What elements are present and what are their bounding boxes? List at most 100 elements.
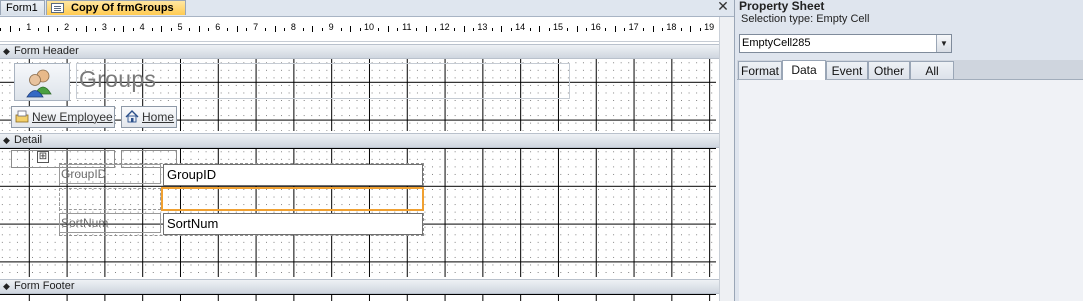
ruler-tick — [661, 28, 663, 31]
ruler-tick — [397, 28, 399, 31]
ruler-tick — [0, 28, 2, 31]
section-collapse-icon: ◆ — [3, 281, 10, 291]
logo-image[interactable] — [14, 63, 70, 101]
ruler-number: 10 — [363, 22, 375, 32]
selected-empty-cell[interactable] — [161, 187, 424, 211]
ruler-number: 19 — [704, 22, 715, 32]
home-button[interactable]: Home — [121, 106, 177, 128]
ruler-tick — [510, 28, 512, 31]
ruler-tick — [491, 28, 493, 31]
tab-all[interactable]: All — [910, 61, 954, 79]
ruler-tick — [680, 28, 682, 31]
ruler-tick — [161, 26, 163, 32]
ruler-tick — [189, 28, 191, 31]
ruler-tick — [614, 26, 616, 32]
ruler-tick — [283, 28, 285, 31]
ruler-tick — [425, 26, 427, 32]
detail-bar[interactable]: ◆ Detail — [0, 133, 719, 148]
ruler-tick — [567, 28, 569, 31]
ruler-number: 8 — [290, 22, 296, 32]
vertical-ruler-strip — [719, 17, 735, 301]
ruler-number: 17 — [628, 22, 639, 32]
ruler-tick — [340, 28, 342, 31]
ruler-number: 11 — [402, 22, 412, 32]
ruler-number: 5 — [177, 22, 183, 32]
section-label: Detail — [14, 134, 43, 146]
form-design-icon — [51, 3, 64, 13]
form-footer-bar[interactable]: ◆ Form Footer — [0, 279, 719, 294]
ruler-number: 6 — [215, 22, 221, 32]
button-label: New Employee — [32, 110, 113, 124]
ruler-tick — [47, 26, 49, 32]
ruler-number: 1 — [26, 22, 32, 32]
new-employee-button[interactable]: New Employee — [11, 106, 115, 128]
chevron-down-icon[interactable]: ▼ — [936, 35, 951, 52]
selected-object-value: EmptyCell285 — [742, 37, 811, 49]
ruler-tick — [38, 28, 40, 31]
property-list-area[interactable] — [739, 80, 1083, 301]
button-label: Home — [142, 110, 175, 124]
ruler-number: 3 — [101, 22, 107, 32]
section-label: Form Footer — [14, 280, 75, 292]
ruler-tick — [387, 26, 389, 32]
ruler-tick — [132, 28, 134, 31]
ruler-number: 14 — [515, 22, 526, 32]
ruler-tick — [85, 26, 87, 32]
section-collapse-icon: ◆ — [3, 135, 10, 145]
ruler-tick — [416, 28, 418, 31]
sortnum-textbox[interactable]: SortNum — [163, 213, 423, 235]
ruler-tick — [472, 28, 474, 31]
ruler-tick — [246, 28, 248, 31]
tab-other[interactable]: Other — [868, 61, 910, 79]
ruler-number: 15 — [552, 22, 564, 32]
tab-copy-of-frmgroups[interactable]: Copy Of frmGroups — [46, 0, 186, 15]
tab-label: Copy Of frmGroups — [71, 2, 174, 14]
groupid-textbox[interactable]: GroupID — [163, 164, 423, 186]
ruler-number: 18 — [666, 22, 677, 32]
new-record-icon — [15, 110, 29, 123]
ruler-tick — [312, 26, 314, 32]
ruler-tick — [605, 28, 607, 31]
ruler-tick — [359, 28, 361, 31]
ruler-tick — [463, 26, 465, 32]
ruler-tick — [321, 28, 323, 31]
ruler-tick — [274, 26, 276, 32]
layout-move-handle-icon[interactable]: ⊞ — [37, 151, 49, 163]
ruler-tick — [576, 26, 578, 32]
ruler-number: 13 — [477, 22, 488, 32]
selection-type-text: Selection type: Empty Cell — [741, 13, 870, 25]
ruler-tick — [652, 26, 654, 32]
horizontal-ruler[interactable]: 1 2 3 4 5 6 7 8 9 10 11 12 13 14 15 16 17 18 19 — [0, 17, 719, 42]
form-title[interactable]: Groups — [79, 66, 156, 93]
section-collapse-icon: ◆ — [3, 46, 10, 56]
ruler-tick — [198, 26, 200, 32]
ruler-tick — [378, 28, 380, 31]
ruler-tick — [435, 28, 437, 31]
ruler-tick — [9, 26, 11, 32]
ruler-tick — [529, 28, 531, 31]
ruler-tick — [151, 28, 153, 31]
section-label: Form Header — [14, 45, 79, 57]
ruler-tick — [501, 26, 503, 32]
ruler-tick — [94, 28, 96, 31]
tab-data[interactable]: Data — [782, 60, 826, 80]
tab-format[interactable]: Format — [738, 61, 782, 79]
form-header-bar[interactable]: ◆ Form Header — [0, 44, 719, 59]
close-document-icon[interactable]: ✕ — [716, 0, 730, 14]
ruler-tick — [643, 28, 645, 31]
ruler-tick — [123, 26, 125, 32]
ruler-tick — [454, 28, 456, 31]
ruler-number: 4 — [139, 22, 145, 32]
groupid-label[interactable]: GroupID — [59, 164, 161, 184]
empty-cell[interactable] — [59, 188, 161, 210]
tab-form1[interactable]: Form1 — [0, 0, 45, 15]
ruler-number: 7 — [253, 22, 259, 32]
sortnum-label[interactable]: SortNum — [59, 213, 161, 233]
ruler-tick — [690, 26, 692, 32]
tab-event[interactable]: Event — [826, 61, 868, 79]
form-footer-grid[interactable] — [0, 294, 716, 301]
ruler-tick — [170, 28, 172, 31]
ruler-number: 9 — [328, 22, 334, 32]
ruler-tick — [57, 28, 59, 31]
home-icon — [125, 110, 139, 123]
